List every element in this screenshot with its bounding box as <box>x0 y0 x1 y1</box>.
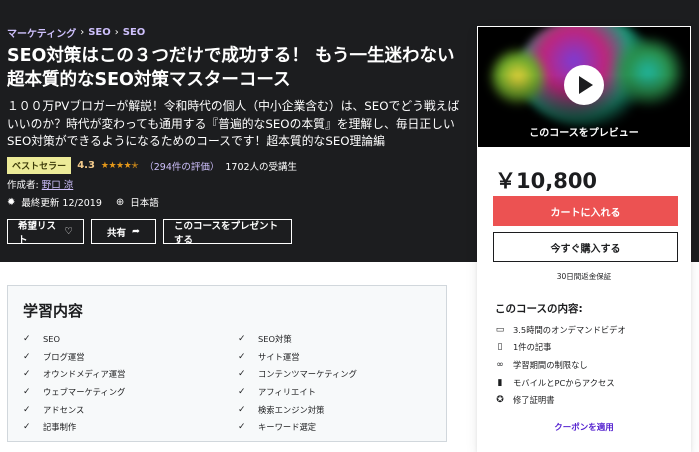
last-updated: 最終更新 12/2019 <box>21 198 102 209</box>
include-label: 修了証明書 <box>513 395 555 406</box>
learn-item-label: ブログ運営 <box>43 351 85 362</box>
list-item: ▮ モバイルとPCからアクセス <box>495 374 626 392</box>
learn-item-label: アフィリエイト <box>258 386 316 397</box>
check-icon: ✓ <box>238 386 246 397</box>
rating-value: 4.3 <box>77 160 95 171</box>
add-to-cart-button[interactable]: カートに入れる <box>493 196 678 226</box>
check-icon: ✓ <box>23 351 31 362</box>
course-language: 日本語 <box>130 198 159 209</box>
list-item: ▭ 3.5時間のオンデマンドビデオ <box>495 321 626 339</box>
learn-item: ✓ 記事制作 <box>23 418 238 436</box>
include-label: 1件の記事 <box>513 342 552 353</box>
check-icon: ✓ <box>23 369 31 380</box>
breadcrumb-item-seo[interactable]: SEO <box>88 27 111 38</box>
share-arrow-icon: ➦ <box>132 226 140 237</box>
action-buttons: 希望リスト ♡ 共有 ➦ このコースをプレゼントする <box>7 219 292 246</box>
learn-item: ✓ オウンドメディア運営 <box>23 365 238 383</box>
check-icon: ✓ <box>238 351 246 362</box>
list-item: ▯ 1件の記事 <box>495 339 626 357</box>
file-icon: ▯ <box>497 342 503 353</box>
check-icon: ✓ <box>23 333 31 344</box>
includes-title: このコースの内容: <box>495 303 583 315</box>
learn-item: ✓ アフィリエイト <box>238 383 438 401</box>
learn-item: ✓ SEO対策 <box>238 330 438 348</box>
learn-item-label: 検索エンジン対策 <box>258 404 325 415</box>
learn-item: ✓ アドセンス <box>23 401 238 419</box>
learn-item: ✓ SEO <box>23 330 238 348</box>
learn-item: ✓ ブログ運営 <box>23 348 238 366</box>
buy-now-button[interactable]: 今すぐ購入する <box>493 232 678 262</box>
infinity-icon: ∞ <box>496 359 504 370</box>
check-icon: ✓ <box>238 333 246 344</box>
check-icon: ✓ <box>238 422 246 433</box>
play-icon[interactable] <box>564 65 604 105</box>
course-preview-video[interactable]: このコースをプレビュー <box>478 27 690 147</box>
wishlist-button[interactable]: 希望リスト ♡ <box>7 219 84 246</box>
learn-item-label: SEO <box>43 333 61 344</box>
heart-icon: ♡ <box>64 226 73 237</box>
include-label: 学習期間の制限なし <box>513 359 588 370</box>
apply-coupon-link[interactable]: クーポンを適用 <box>478 421 690 433</box>
check-icon: ✓ <box>238 404 246 415</box>
learn-title: 学習内容 <box>23 302 84 320</box>
learn-item-label: SEO対策 <box>258 333 292 344</box>
rating-row: ベストセラー 4.3 ★★★★✭ （294件の評価） 1702人の受講生 <box>7 157 297 174</box>
learn-item-label: ウェブマーケティング <box>43 386 126 397</box>
include-label: 3.5時間のオンデマンドビデオ <box>513 324 626 335</box>
star-rating-icon: ★★★★✭ <box>100 160 139 171</box>
learn-item-label: 記事制作 <box>43 422 77 433</box>
learn-item-label: オウンドメディア運営 <box>43 369 126 380</box>
include-label: モバイルとPCからアクセス <box>513 377 615 388</box>
author-link[interactable]: 野口 涼 <box>42 180 74 191</box>
wishlist-label: 希望リスト <box>18 220 57 246</box>
course-price: ￥10,800 <box>495 169 598 193</box>
check-icon: ✓ <box>23 386 31 397</box>
learn-item: ✓ ウェブマーケティング <box>23 383 238 401</box>
author-prefix: 作成者: <box>7 180 39 191</box>
student-count: 1702人の受講生 <box>225 161 298 173</box>
meta-row: ✹ 最終更新 12/2019 ⊕ 日本語 <box>7 195 159 210</box>
breadcrumb-item-marketing[interactable]: マーケティング <box>7 25 76 40</box>
learn-item-label: コンテンツマーケティング <box>258 369 357 380</box>
breadcrumb-item-seo-topic[interactable]: SEO <box>123 27 146 38</box>
share-button[interactable]: 共有 ➦ <box>91 219 156 244</box>
gift-label: このコースをプレゼントする <box>174 220 279 246</box>
alert-badge-icon: ✹ <box>7 196 16 208</box>
review-count-link[interactable]: （294件の評価） <box>144 159 219 173</box>
breadcrumb: マーケティング › SEO › SEO <box>7 25 145 40</box>
course-title: SEO対策はこの３つだけで成功する！ もう一生迷わない超本質的なSEO対策マスタ… <box>7 46 455 90</box>
check-icon: ✓ <box>23 422 31 433</box>
chevron-right-icon: › <box>80 27 85 38</box>
author-row: 作成者: 野口 涼 <box>7 177 73 191</box>
certificate-icon: ✪ <box>496 395 504 406</box>
video-icon: ▭ <box>495 324 505 335</box>
bestseller-badge: ベストセラー <box>7 157 72 174</box>
learn-item-label: キーワード選定 <box>258 422 317 433</box>
list-item: ✪ 修了証明書 <box>495 391 626 409</box>
course-subtitle: １００万PVブロガーが解説！令和時代の個人（中小企業含む）は、SEOでどう戦えば… <box>7 99 460 148</box>
learn-item-label: アドセンス <box>43 404 85 415</box>
money-back-guarantee: 30日間返金保証 <box>556 272 612 281</box>
globe-icon: ⊕ <box>115 196 125 208</box>
includes-list: ▭ 3.5時間のオンデマンドビデオ ▯ 1件の記事 ∞ 学習期間の制限なし ▮ … <box>495 321 626 409</box>
learn-item: ✓ キーワード選定 <box>238 418 438 436</box>
learn-item: ✓ コンテンツマーケティング <box>238 365 438 383</box>
learn-item: ✓ サイト運営 <box>238 348 438 366</box>
what-you-learn-box: 学習内容 ✓ SEO ✓ SEO対策 ✓ ブログ運営 ✓ サイト運営 ✓ オウンドメディア… <box>7 285 447 442</box>
check-icon: ✓ <box>238 369 246 380</box>
check-icon: ✓ <box>23 404 31 415</box>
mobile-icon: ▮ <box>497 377 503 388</box>
chevron-right-icon: › <box>114 27 119 38</box>
learn-grid: ✓ SEO ✓ SEO対策 ✓ ブログ運営 ✓ サイト運営 ✓ オウンドメディア運営 ✓ コ… <box>23 330 443 436</box>
learn-item-label: サイト運営 <box>258 351 300 362</box>
gift-course-button[interactable]: このコースをプレゼントする <box>163 219 292 246</box>
preview-label: このコースをプレビュー <box>529 128 639 139</box>
share-label: 共有 <box>107 227 127 239</box>
learn-item: ✓ 検索エンジン対策 <box>238 401 438 419</box>
list-item: ∞ 学習期間の制限なし <box>495 356 626 374</box>
purchase-sidebar: このコースをプレビュー ￥10,800 カートに入れる 今すぐ購入する 30日間… <box>477 26 691 452</box>
